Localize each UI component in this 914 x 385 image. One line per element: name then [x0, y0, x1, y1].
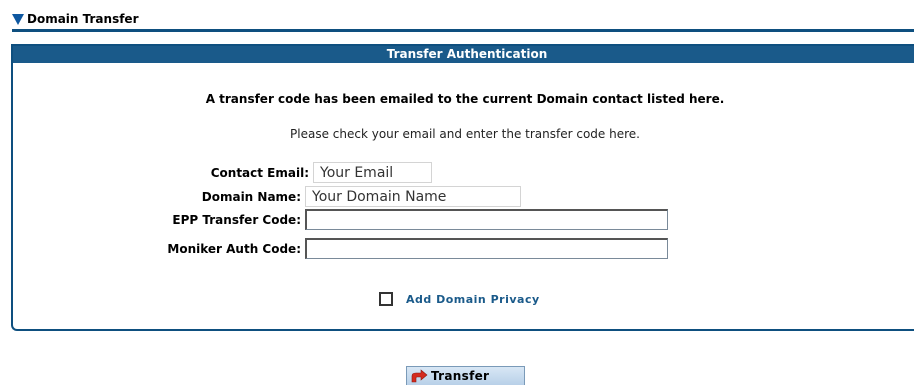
domain-name-row: Domain Name: Your Domain Name	[13, 186, 521, 207]
triangle-down-icon[interactable]	[12, 14, 24, 25]
privacy-checkbox[interactable]	[379, 292, 393, 306]
epp-code-row: EPP Transfer Code:	[13, 209, 668, 230]
instruction-text: Please check your email and enter the tr…	[290, 127, 640, 141]
section-header[interactable]: Domain Transfer	[12, 9, 914, 32]
moniker-code-label: Moniker Auth Code:	[167, 241, 301, 256]
panel-title: Transfer Authentication	[13, 46, 914, 63]
section-title: Domain Transfer	[27, 12, 139, 26]
contact-email-value: Your Email	[313, 162, 432, 183]
epp-code-input[interactable]	[305, 209, 668, 230]
transfer-button[interactable]: Transfer	[406, 366, 525, 385]
contact-email-row: Contact Email: Your Email	[13, 162, 432, 183]
contact-email-label: Contact Email:	[210, 165, 309, 180]
page: Domain Transfer Transfer Authentication …	[0, 0, 914, 385]
domain-name-label: Domain Name:	[201, 189, 301, 204]
epp-code-label: EPP Transfer Code:	[172, 212, 301, 227]
transfer-auth-panel: Transfer Authentication A transfer code …	[11, 44, 914, 331]
redirect-arrow-icon	[411, 369, 428, 383]
transfer-label: Transfer	[431, 369, 490, 383]
moniker-code-input[interactable]	[305, 238, 668, 259]
notice-text: A transfer code has been emailed to the …	[205, 92, 725, 106]
privacy-label[interactable]: Add Domain Privacy	[406, 293, 540, 306]
domain-name-value: Your Domain Name	[305, 186, 521, 207]
moniker-code-row: Moniker Auth Code:	[13, 238, 668, 259]
privacy-row[interactable]: Add Domain Privacy	[379, 292, 540, 306]
